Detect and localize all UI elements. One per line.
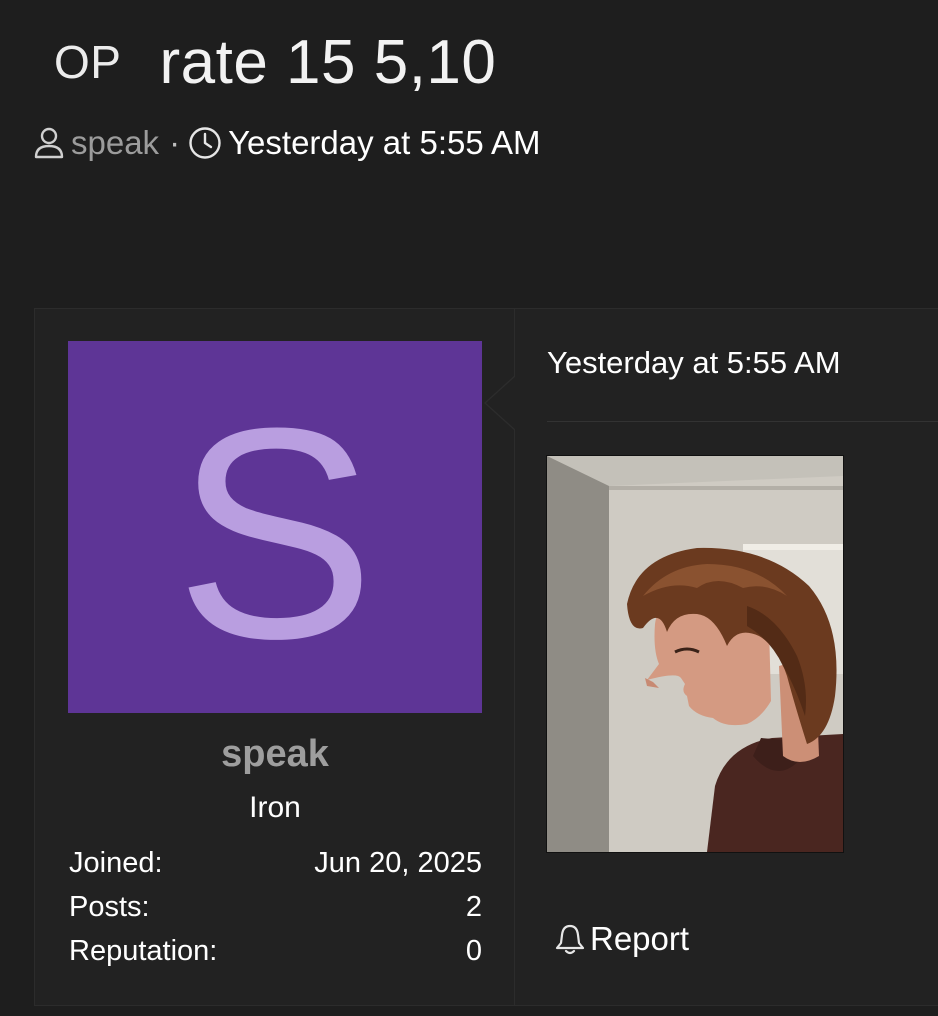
- thread-title-text: rate 15 5,10: [159, 27, 497, 97]
- stat-label: Joined:: [69, 847, 163, 879]
- meta-separator: ·: [169, 124, 181, 161]
- post-image[interactable]: [546, 455, 844, 853]
- avatar[interactable]: S: [68, 341, 482, 713]
- stat-joined: Joined: Jun 20, 2025: [69, 841, 482, 885]
- clock-icon: [188, 126, 222, 160]
- user-title: Iron: [249, 791, 301, 824]
- message-divider: [547, 421, 938, 422]
- stat-label: Reputation:: [69, 935, 218, 967]
- post-container: S speak Iron Joined: Jun 20, 2025 Posts:…: [34, 308, 938, 1006]
- stat-posts: Posts: 2: [69, 885, 482, 929]
- report-label: Report: [590, 920, 690, 957]
- post-date-link[interactable]: Yesterday at 5:55 AM: [547, 345, 841, 381]
- avatar-letter: S: [174, 365, 376, 701]
- report-button[interactable]: Report: [554, 917, 689, 961]
- post-image-illustration: [547, 456, 843, 852]
- thread-prefix[interactable]: OP: [54, 35, 121, 89]
- thread-date-link[interactable]: Yesterday at 5:55 AM: [228, 124, 541, 162]
- user-icon: [33, 126, 65, 160]
- message-arrow-fill: [486, 376, 516, 430]
- post-username[interactable]: speak: [35, 733, 515, 776]
- stat-label: Posts:: [69, 891, 150, 923]
- thread-meta: speak · Yesterday at 5:55 AM: [33, 120, 541, 166]
- stat-value: 2: [465, 891, 482, 923]
- thread-page: OP rate 15 5,10 speak · Yesterday at 5:5…: [0, 0, 938, 1016]
- user-stats: Joined: Jun 20, 2025 Posts: 2 Reputation…: [69, 841, 482, 973]
- stat-reputation: Reputation: 0: [69, 929, 482, 973]
- stat-value: 0: [465, 935, 482, 967]
- thread-author-link[interactable]: speak: [71, 124, 159, 162]
- bell-icon: [554, 922, 590, 956]
- thread-title: OP rate 15 5,10: [54, 22, 496, 102]
- stat-value: Jun 20, 2025: [314, 847, 482, 879]
- post-user-column: S speak Iron Joined: Jun 20, 2025 Posts:…: [35, 309, 515, 1005]
